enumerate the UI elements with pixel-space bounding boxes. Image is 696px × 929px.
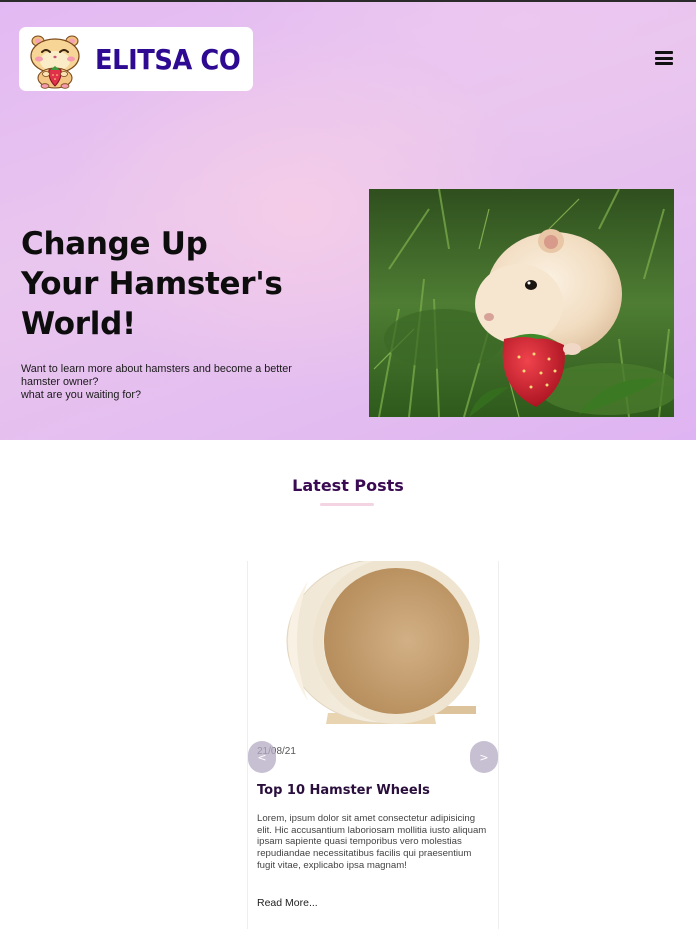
carousel-next-button[interactable]: > bbox=[470, 741, 498, 773]
hero-text-line: hamster owner? bbox=[21, 376, 99, 388]
hamburger-menu-icon[interactable] bbox=[655, 51, 675, 69]
hero-title: Change Up Your Hamster's World! bbox=[21, 224, 341, 344]
hero-title-line: World! bbox=[21, 306, 136, 342]
hero-title-line: Change Up bbox=[21, 226, 208, 262]
brand-name: ELITSA CO bbox=[95, 42, 241, 76]
post-excerpt: Lorem, ipsum dolor sit amet consectetur … bbox=[257, 813, 487, 871]
hero-title-line: Your Hamster's bbox=[21, 266, 283, 302]
title-underline bbox=[320, 503, 374, 506]
carousel-prev-button[interactable]: < bbox=[248, 741, 276, 773]
hero-description: Want to learn more about hamsters and be… bbox=[21, 363, 341, 402]
hero-text-line: what are you waiting for? bbox=[21, 389, 142, 401]
hamster-eating-strawberry-photo bbox=[369, 189, 674, 417]
post-card: 21/08/21 Top 10 Hamster Wheels Lorem, ip… bbox=[247, 561, 499, 929]
hamster-mascot-icon bbox=[30, 35, 80, 89]
hero-section: ELITSA CO Change Up Your Hamster's World… bbox=[0, 2, 696, 440]
hero-text-line: Want to learn more about hamsters and be… bbox=[21, 363, 292, 375]
latest-posts-title: Latest Posts bbox=[292, 476, 404, 495]
post-title[interactable]: Top 10 Hamster Wheels bbox=[257, 783, 430, 798]
read-more-link[interactable]: Read More... bbox=[257, 897, 318, 909]
logo[interactable]: ELITSA CO bbox=[19, 27, 253, 91]
hamster-wheel-photo bbox=[248, 561, 498, 724]
